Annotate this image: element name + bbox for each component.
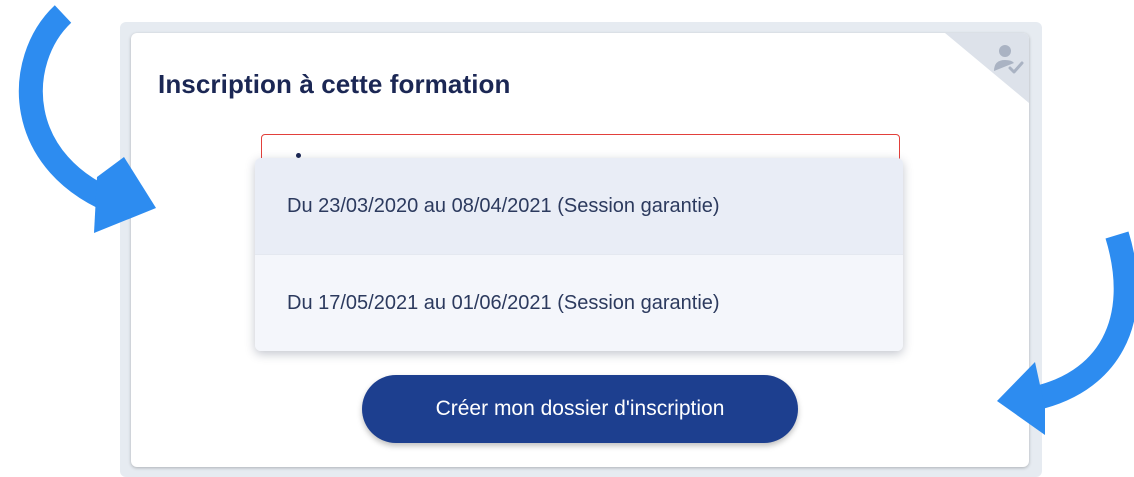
card-title: Inscription à cette formation — [158, 69, 511, 99]
card-corner-badge — [945, 33, 1029, 103]
curved-arrow-icon — [997, 231, 1134, 435]
dropdown-option-label: Du 17/05/2021 au 01/06/2021 (Session gar… — [287, 291, 720, 314]
dropdown-option-label: Du 23/03/2020 au 08/04/2021 (Session gar… — [287, 194, 720, 217]
create-registration-button[interactable]: Créer mon dossier d'inscription — [362, 375, 798, 443]
dropdown-option[interactable]: Du 23/03/2020 au 08/04/2021 (Session gar… — [255, 158, 903, 254]
curved-arrow-icon — [18, 5, 156, 233]
user-check-icon — [994, 45, 1024, 74]
session-dropdown: Du 23/03/2020 au 08/04/2021 (Session gar… — [255, 158, 903, 351]
dropdown-option[interactable]: Du 17/05/2021 au 01/06/2021 (Session gar… — [255, 254, 903, 351]
